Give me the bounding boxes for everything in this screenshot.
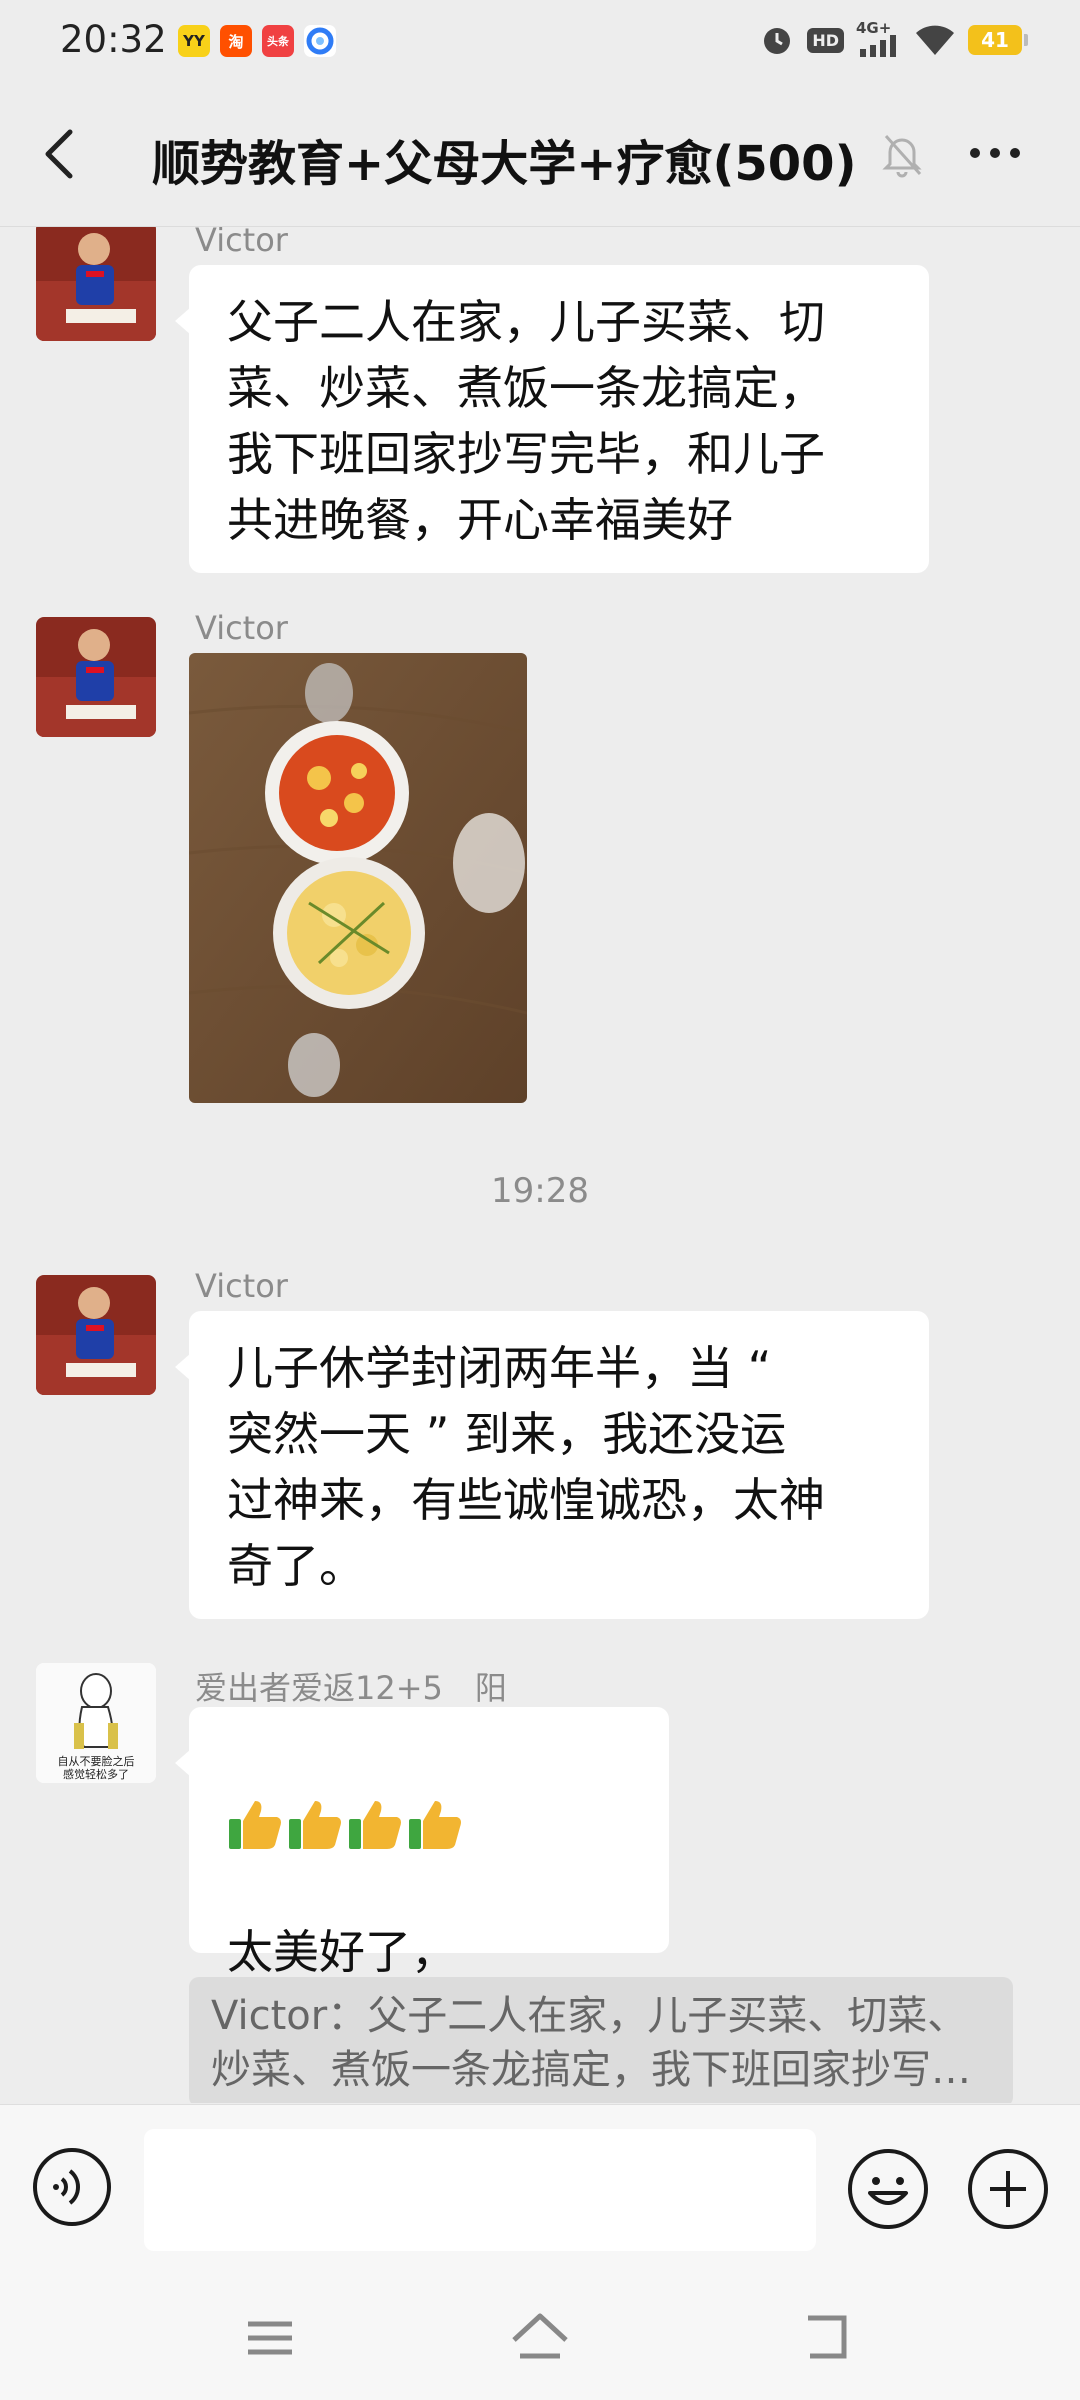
- avatar-victor[interactable]: [36, 1275, 156, 1395]
- alarm-icon: [764, 28, 791, 54]
- notification-app-icons: YY 淘 头条: [178, 25, 336, 57]
- avatar-victor[interactable]: [36, 617, 156, 737]
- yy-app-icon: YY: [178, 25, 210, 57]
- thumbs-up-icon: [349, 1801, 401, 1849]
- thumbs-up-emojis: [227, 1797, 631, 1851]
- quoted-message[interactable]: Victor：父子二人在家，儿子买菜、切菜、炒菜、煮饭一条龙搞定，我下班回家抄写…: [189, 1977, 1013, 2103]
- taobao-app-icon: 淘: [220, 25, 252, 57]
- message-image-dinner[interactable]: [189, 653, 527, 1103]
- more-functions-plus-icon[interactable]: [966, 2147, 1050, 2231]
- thumbs-up-icon: [229, 1801, 281, 1849]
- emoji-icon[interactable]: [846, 2147, 930, 2231]
- message-bubble[interactable]: 儿子休学封闭两年半，当 “ 突然一天 ” 到来，我还没运 过神来，有些诚惶诚恐，…: [175, 1311, 929, 1619]
- message-input-bar: [0, 2104, 1080, 2277]
- browser-app-icon: [304, 25, 336, 57]
- home-icon[interactable]: [510, 2310, 570, 2366]
- avatar-caption-line2: 感觉轻松多了: [63, 1767, 129, 1781]
- status-bar: 20:32 YY 淘 头条 HD 4G+ 41: [0, 0, 1080, 84]
- chat-title: 顺势教育+父母大学+疗愈(500): [152, 136, 857, 192]
- menu-icon[interactable]: [240, 2310, 300, 2366]
- message-bubble[interactable]: 太美好了， 幸福来的有点突然: [175, 1707, 669, 2045]
- sender-name: Victor: [195, 227, 288, 259]
- wifi-icon: [916, 25, 954, 55]
- more-options-icon[interactable]: [960, 128, 1030, 178]
- sender-name: Victor: [195, 1267, 288, 1305]
- battery-icon: 41: [968, 25, 1028, 55]
- sender-name: 爱出者爱返12+5 阳: [195, 1669, 507, 1707]
- quoted-text: Victor：父子二人在家，儿子买菜、切菜、炒菜、煮饭一条龙搞定，我下班回家抄写…: [211, 1993, 971, 2093]
- message-bubble[interactable]: 父子二人在家，儿子买菜、切 菜、炒菜、煮饭一条龙搞定， 我下班回家抄写完毕，和儿…: [175, 265, 929, 573]
- avatar-caption-line1: 自从不要脸之后: [58, 1754, 135, 1768]
- status-indicators: HD 4G+ 41: [759, 19, 1028, 58]
- back-navigation-icon[interactable]: [796, 2310, 856, 2366]
- sender-name: Victor: [195, 609, 288, 647]
- signal-icon: 4G+: [856, 19, 902, 57]
- voice-input-icon[interactable]: [32, 2147, 112, 2227]
- system-navigation-bar: [0, 2276, 1080, 2400]
- chat-header: 顺势教育+父母大学+疗愈(500): [0, 84, 1080, 227]
- avatar-cartoon[interactable]: 自从不要脸之后 感觉轻松多了: [36, 1663, 156, 1783]
- toutiao-app-icon: 头条: [262, 25, 294, 57]
- avatar-victor[interactable]: [36, 227, 156, 341]
- timestamp: 19:28: [491, 1171, 589, 1211]
- back-icon[interactable]: [30, 122, 90, 186]
- chat-message-list[interactable]: Victor 父子二人在家，儿子买菜、切 菜、炒菜、煮饭一条龙搞定， 我下班回家…: [0, 227, 1080, 2103]
- thumbs-up-icon: [409, 1801, 461, 1849]
- thumbs-up-icon: [289, 1801, 341, 1849]
- message-input[interactable]: [144, 2129, 816, 2251]
- status-time: 20:32: [60, 18, 167, 61]
- hd-icon: HD: [807, 27, 844, 53]
- mute-bell-icon: [882, 134, 922, 178]
